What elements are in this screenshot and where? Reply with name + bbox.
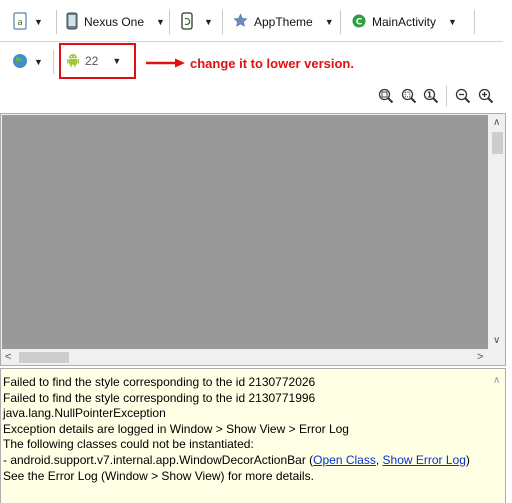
layout-toolbar: a ▼ Nexus One ▼ ▼ AppTheme ▼ C MainActiv… [0,0,512,44]
vertical-scrollbar[interactable]: ∧ ∨ [489,115,505,349]
orientation-icon [180,11,194,33]
toolbar-divider [56,10,57,34]
error-console: Failed to find the style corresponding t… [0,368,506,503]
chevron-down-icon: ▼ [34,17,43,27]
globe-icon [12,53,28,72]
console-line: Failed to find the style corresponding t… [3,375,316,389]
device-dropdown[interactable]: Nexus One ▼ [66,11,165,33]
chevron-down-icon: ▼ [34,57,43,67]
console-line: The following classes could not be insta… [3,437,254,452]
class-line-suffix: ) [465,452,470,467]
highlight-box [59,43,136,79]
scroll-up-icon[interactable]: ∧ [493,376,500,386]
toolbar-divider [340,10,341,34]
horizontal-scrollbar[interactable]: < > [2,350,488,365]
horizontal-scroll-thumb[interactable] [19,352,69,363]
toolbar-divider [474,10,475,34]
console-line: Exception details are logged in Window >… [3,421,349,436]
svg-text:C: C [356,17,363,27]
scroll-up-icon[interactable]: ∧ [493,118,500,128]
config-file-icon: a [12,11,28,33]
vertical-scroll-thumb[interactable] [492,132,503,154]
chevron-down-icon: ▼ [448,17,457,27]
zoom-in-icon[interactable] [478,88,494,104]
device-icon [66,12,78,33]
zoom-100-icon[interactable]: 1 [423,88,439,104]
show-error-log-link[interactable]: Show Error Log [383,453,466,467]
console-line: See the Error Log (Window > Show View) f… [3,468,314,483]
zoom-fit-icon[interactable] [378,88,394,104]
activity-dropdown[interactable]: C MainActivity ▼ [352,11,457,33]
chevron-down-icon: ▼ [156,17,165,27]
console-text: Failed to find the style corresponding t… [3,375,483,484]
activity-icon: C [352,14,366,31]
locale-dropdown[interactable]: ▼ [12,51,43,73]
console-line: Failed to find the style corresponding t… [3,390,316,405]
orientation-dropdown[interactable]: ▼ [180,11,213,33]
toolbar-divider [169,10,170,34]
toolbar-separator [0,41,503,42]
theme-star-icon [233,13,248,31]
toolbar-divider [53,50,54,74]
scrollbar-corner [489,350,505,365]
toolbar-divider [222,10,223,34]
console-vertical-scrollbar[interactable]: ∧ [489,369,505,503]
activity-label: MainActivity [372,15,437,29]
zoom-actual-icon[interactable] [401,88,417,104]
open-class-link[interactable]: Open Class [313,453,376,467]
class-line-prefix: - android.support.v7.internal.app.Window… [3,452,314,467]
svg-text:1: 1 [427,91,432,100]
scroll-left-icon[interactable]: < [5,352,11,363]
chevron-down-icon: ▼ [204,17,213,27]
svg-text:a: a [17,18,23,28]
layout-canvas-panel: ∧ ∨ < > [0,113,506,366]
theme-dropdown[interactable]: AppTheme ▼ [233,11,334,33]
config-dropdown[interactable]: a ▼ [12,11,43,33]
link-separator: , [375,452,383,467]
layout-preview-canvas[interactable] [2,115,488,349]
theme-label: AppTheme [254,15,313,29]
console-class-line: - android.support.v7.internal.app.Window… [3,453,483,469]
chevron-down-icon: ▼ [324,17,334,27]
annotation-arrow-icon [146,58,185,68]
scroll-down-icon[interactable]: ∨ [493,336,500,346]
device-label: Nexus One [84,15,145,29]
scroll-right-icon[interactable]: > [477,352,483,363]
annotation-text: change it to lower version. [190,56,354,71]
zoom-out-icon[interactable] [455,88,471,104]
toolbar-divider [446,86,447,106]
console-line: java.lang.NullPointerException [3,406,166,421]
